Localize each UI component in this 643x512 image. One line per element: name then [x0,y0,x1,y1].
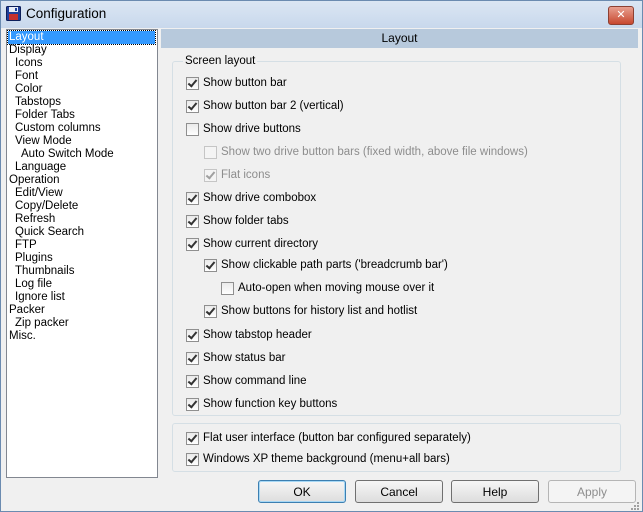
option-show-two-drive-button-bars-fixed-width-above-file-windows[interactable]: Show two drive button bars (fixed width,… [204,145,528,159]
option-show-status-bar[interactable]: Show status bar [186,351,285,365]
option-label: Show command line [203,375,307,387]
title-bar[interactable]: Configuration ✕ [1,1,642,28]
checkbox[interactable] [186,122,199,136]
option-label: Flat user interface (button bar configur… [203,432,471,444]
checkbox[interactable] [186,374,199,388]
tree-item-display[interactable]: Display [8,44,48,57]
tree-item-log-file[interactable]: Log file [14,278,53,291]
screen-layout-group-label: Screen layout [183,55,258,67]
option-show-button-bar[interactable]: Show button bar [186,76,287,90]
option-flat-user-interface-button-bar-configured-separately[interactable]: Flat user interface (button bar configur… [186,431,471,445]
option-label: Show tabstop header [203,329,312,341]
settings-tree[interactable]: Layout Display Icons Font Color Tabstops Folde… [6,29,158,478]
tree-item-quick-search[interactable]: Quick Search [14,226,85,239]
tree-item-folder-tabs[interactable]: Folder Tabs [14,109,76,122]
option-label: Show drive buttons [203,123,301,135]
checkbox[interactable] [204,304,217,318]
tree-item-tabstops[interactable]: Tabstops [14,96,62,109]
help-button[interactable]: Help [451,480,539,503]
option-auto-open-when-moving-mouse-over-it[interactable]: Auto-open when moving mouse over it [221,281,434,295]
configuration-window: Configuration ✕ Layout Display Icons Font Co… [0,0,643,512]
tree-item-auto-switch-mode[interactable]: Auto Switch Mode [20,148,115,161]
tree-item-copy-delete[interactable]: Copy/Delete [14,200,79,213]
option-show-tabstop-header[interactable]: Show tabstop header [186,328,312,342]
option-label: Show button bar [203,77,287,89]
tree-item-packer[interactable]: Packer [8,304,46,317]
option-show-drive-combobox[interactable]: Show drive combobox [186,191,316,205]
option-show-clickable-path-parts-breadcrumb-bar[interactable]: Show clickable path parts ('breadcrumb b… [204,258,448,272]
option-label: Flat icons [221,169,271,181]
close-button[interactable]: ✕ [608,6,634,25]
tree-item-thumbnails[interactable]: Thumbnails [14,265,75,278]
checkbox[interactable] [204,145,217,159]
tree-item-view-mode[interactable]: View Mode [14,135,73,148]
close-icon: ✕ [616,9,626,21]
apply-button[interactable]: Apply [548,480,636,503]
checkbox[interactable] [186,452,199,466]
tree-item-ftp[interactable]: FTP [14,239,38,252]
resize-grip-icon[interactable] [630,501,640,511]
option-label: Show two drive button bars (fixed width,… [221,146,528,158]
option-show-function-key-buttons[interactable]: Show function key buttons [186,397,337,411]
option-label: Windows XP theme background (menu+all ba… [203,453,450,465]
checkbox[interactable] [221,281,234,295]
option-label: Show folder tabs [203,215,289,227]
tree-item-custom-columns[interactable]: Custom columns [14,122,102,135]
cancel-button[interactable]: Cancel [355,480,443,503]
tree-item-color[interactable]: Color [14,83,43,96]
tree-item-misc[interactable]: Misc. [8,330,37,343]
tree-item-edit-view[interactable]: Edit/View [14,187,64,200]
option-windows-xp-theme-background-menu-all-bars[interactable]: Windows XP theme background (menu+all ba… [186,452,450,466]
option-label: Auto-open when moving mouse over it [238,282,435,294]
option-show-folder-tabs[interactable]: Show folder tabs [186,214,289,228]
tree-item-icons[interactable]: Icons [14,57,44,70]
checkbox[interactable] [186,351,199,365]
option-flat-icons[interactable]: Flat icons [204,168,270,182]
checkbox[interactable] [186,328,199,342]
checkbox[interactable] [186,76,199,90]
option-show-button-bar-2-vertical[interactable]: Show button bar 2 (vertical) [186,99,344,113]
checkbox[interactable] [186,431,199,445]
tree-item-layout[interactable]: Layout [7,30,156,45]
tree-item-plugins[interactable]: Plugins [14,252,54,265]
checkbox[interactable] [186,191,199,205]
panel-header: Layout [161,29,638,48]
option-show-command-line[interactable]: Show command line [186,374,307,388]
tree-item-zip-packer[interactable]: Zip packer [14,317,70,330]
tree-item-operation[interactable]: Operation [8,174,61,187]
option-show-drive-buttons[interactable]: Show drive buttons [186,122,301,136]
tree-item-ignore-list[interactable]: Ignore list [14,291,66,304]
option-label: Show button bar 2 (vertical) [203,100,344,112]
checkbox[interactable] [186,397,199,411]
checkbox[interactable] [204,258,217,272]
option-label: Show clickable path parts ('breadcrumb b… [221,259,448,271]
option-label: Show buttons for history list and hotlis… [221,305,418,317]
option-show-current-directory[interactable]: Show current directory [186,237,318,251]
checkbox[interactable] [186,214,199,228]
checkbox[interactable] [186,237,199,251]
tree-item-refresh[interactable]: Refresh [14,213,56,226]
window-title: Configuration [26,6,107,21]
option-label: Show status bar [203,352,286,364]
checkbox[interactable] [186,99,199,113]
floppy-disk-icon [6,6,21,21]
option-label: Show function key buttons [203,398,338,410]
option-label: Show drive combobox [203,192,317,204]
tree-item-language[interactable]: Language [14,161,67,174]
ok-button[interactable]: OK [258,480,346,503]
option-label: Show current directory [203,238,319,250]
option-show-buttons-for-history-list-and-hotlist[interactable]: Show buttons for history list and hotlis… [204,304,417,318]
tree-item-font[interactable]: Font [14,70,39,83]
checkbox[interactable] [204,168,217,182]
